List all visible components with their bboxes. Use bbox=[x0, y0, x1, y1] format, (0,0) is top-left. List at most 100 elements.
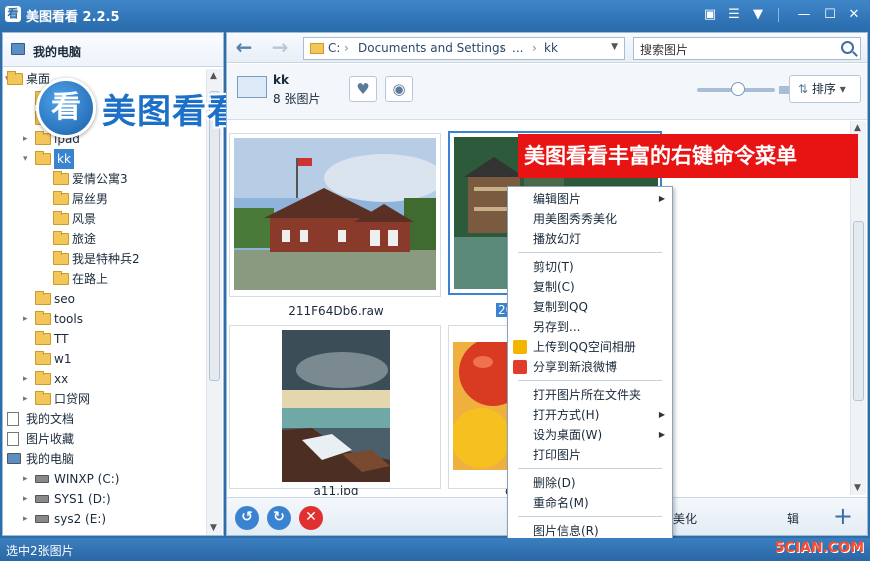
rotate-right-button[interactable]: ↻ bbox=[267, 506, 291, 530]
context-menu-item[interactable]: 上传到QQ空间相册 bbox=[509, 337, 671, 357]
tree-item[interactable]: ▸ SYS1 (D:) bbox=[3, 489, 207, 509]
address-segment[interactable]: kk bbox=[544, 41, 558, 55]
tree-item[interactable]: 在路上 bbox=[3, 269, 207, 289]
context-menu-item[interactable]: 用美图秀秀美化 bbox=[509, 209, 671, 229]
context-menu-item[interactable]: 编辑图片 ▶ bbox=[509, 189, 671, 209]
chat-icon[interactable]: ▣ bbox=[702, 7, 718, 23]
address-separator: › bbox=[344, 41, 349, 55]
folder-icon bbox=[53, 251, 69, 265]
thumbnail-card[interactable]: 211F64Db6.raw bbox=[229, 133, 441, 318]
collapse-arrow-icon[interactable]: ▸ bbox=[23, 369, 31, 389]
tree-item[interactable]: w1 bbox=[3, 349, 207, 369]
context-menu-item[interactable]: 打开图片所在文件夹 bbox=[509, 385, 671, 405]
favorite-button[interactable]: ♥ bbox=[349, 76, 377, 102]
forward-button[interactable]: → bbox=[269, 37, 291, 59]
maximize-button[interactable]: ☐ bbox=[822, 7, 838, 23]
tree-item[interactable]: ▾ kk bbox=[3, 149, 207, 169]
sidebar-header[interactable]: 我的电脑 bbox=[3, 33, 223, 67]
context-menu: 编辑图片 ▶ 用美图秀秀美化 播放幻灯剪切(T) 复制(C) 复制到QQ 另存到... 上传到… bbox=[507, 186, 673, 543]
address-segment[interactable]: Documents and Settings bbox=[358, 41, 506, 55]
tree-item-label: 我的文档 bbox=[26, 412, 75, 426]
tree-item[interactable]: TT bbox=[3, 329, 207, 349]
sidebar-header-label: 我的电脑 bbox=[33, 45, 82, 59]
tree-item[interactable]: 旅途 bbox=[3, 229, 207, 249]
collapse-arrow-icon[interactable]: ▸ bbox=[23, 489, 31, 509]
tree-item[interactable]: 爱情公寓3 bbox=[3, 169, 207, 189]
tree-item[interactable]: 我的电脑 bbox=[3, 449, 207, 469]
chevron-down-icon[interactable]: ▼ bbox=[611, 42, 618, 52]
rotate-left-button[interactable]: ↺ bbox=[235, 506, 259, 530]
minimize-button[interactable]: — bbox=[796, 7, 812, 23]
context-menu-label: 图片信息(R) bbox=[533, 524, 599, 538]
tree-item[interactable]: 图片收藏 bbox=[3, 429, 207, 449]
status-bar: 选中2张图片 5CIAN.COM bbox=[0, 538, 870, 561]
sidebar-scrollbar[interactable]: ▲ ▼ bbox=[206, 69, 222, 535]
tree-item[interactable]: seo bbox=[3, 289, 207, 309]
context-menu-item[interactable]: 另存到... bbox=[509, 317, 671, 337]
collapse-arrow-icon[interactable]: ▸ bbox=[23, 389, 31, 409]
main-scroll-thumb[interactable] bbox=[853, 221, 864, 401]
thumbnail-caption: a11.jpg bbox=[313, 484, 359, 495]
folder-icon bbox=[35, 391, 51, 405]
delete-button[interactable]: ✕ bbox=[299, 506, 323, 530]
search-input[interactable]: 搜索图片 bbox=[640, 41, 688, 58]
context-menu-item[interactable]: 剪切(T) bbox=[509, 257, 671, 277]
tree-item[interactable]: 屌丝男 bbox=[3, 189, 207, 209]
scroll-down-icon[interactable]: ▼ bbox=[210, 523, 217, 533]
tree-item[interactable]: ▸ 口贷网 bbox=[3, 389, 207, 409]
tree-item[interactable]: 我的文档 bbox=[3, 409, 207, 429]
window-title: 美图看看 2.2.5 bbox=[26, 10, 120, 25]
tree-item-label: w1 bbox=[54, 352, 72, 366]
scroll-up-icon[interactable]: ▲ bbox=[854, 123, 861, 133]
collapse-arrow-icon[interactable]: ▸ bbox=[23, 509, 31, 529]
submenu-arrow-icon: ▶ bbox=[658, 194, 665, 203]
tree-item[interactable]: ▸ xx bbox=[3, 369, 207, 389]
zoom-slider-knob[interactable] bbox=[731, 82, 745, 96]
folder-icon bbox=[35, 371, 51, 385]
beautify-button[interactable]: 美化 bbox=[673, 510, 697, 527]
collapse-arrow-icon[interactable]: ▸ bbox=[23, 309, 31, 329]
back-button[interactable]: ← bbox=[233, 37, 255, 59]
context-menu-label: 复制(C) bbox=[533, 280, 575, 294]
context-menu-item[interactable]: 删除(D) bbox=[509, 473, 671, 493]
expand-arrow-icon[interactable]: ▾ bbox=[23, 149, 31, 169]
sidebar-scroll-thumb[interactable] bbox=[209, 91, 220, 381]
context-menu-item[interactable]: 复制(C) bbox=[509, 277, 671, 297]
tree-item[interactable]: 风景 bbox=[3, 209, 207, 229]
tree-item[interactable]: ▸ WINXP (C:) bbox=[3, 469, 207, 489]
address-bar[interactable]: C: › Documents and Settings › ... › kk ▼ bbox=[303, 37, 625, 60]
folder-icon bbox=[53, 211, 69, 225]
context-menu-item[interactable]: 复制到QQ bbox=[509, 297, 671, 317]
scroll-up-icon[interactable]: ▲ bbox=[210, 71, 217, 81]
tree-item-label: xx bbox=[54, 372, 69, 386]
sort-button[interactable]: ⇅ 排序 ▾ bbox=[789, 75, 861, 103]
collapse-arrow-icon[interactable]: ▸ bbox=[23, 469, 31, 489]
address-segment[interactable]: ... bbox=[512, 41, 523, 55]
tree-item[interactable]: 我是特种兵2 bbox=[3, 249, 207, 269]
address-segment[interactable]: C: bbox=[328, 41, 340, 55]
tree-item-label: 风景 bbox=[72, 212, 97, 226]
scroll-down-icon[interactable]: ▼ bbox=[854, 483, 861, 493]
large-thumbnail-icon[interactable] bbox=[779, 86, 789, 94]
context-menu-item[interactable]: 打开方式(H) ▶ bbox=[509, 405, 671, 425]
context-menu-item[interactable]: 分享到新浪微博 bbox=[509, 357, 671, 377]
tree-item-label: sys2 (E:) bbox=[54, 512, 107, 526]
edit-button[interactable]: 辑 bbox=[787, 510, 799, 527]
search-icon[interactable] bbox=[841, 41, 854, 54]
tree-item[interactable]: ▸ sys2 (E:) bbox=[3, 509, 207, 529]
skin-icon[interactable]: ▼ bbox=[750, 7, 766, 23]
add-button[interactable]: + bbox=[833, 502, 853, 530]
search-box[interactable]: 搜索图片 bbox=[633, 37, 861, 60]
menu-separator bbox=[518, 516, 662, 517]
tree-item[interactable]: ▸ tools bbox=[3, 309, 207, 329]
context-menu-item[interactable]: 播放幻灯 bbox=[509, 229, 671, 249]
context-menu-item[interactable]: 设为桌面(W) ▶ bbox=[509, 425, 671, 445]
context-menu-item[interactable]: 重命名(M) bbox=[509, 493, 671, 513]
menu-icon[interactable]: ☰ bbox=[726, 7, 742, 23]
close-button[interactable]: ✕ bbox=[846, 7, 862, 23]
view-button[interactable]: ◉ bbox=[385, 76, 413, 102]
context-menu-item[interactable]: 打印图片 bbox=[509, 445, 671, 465]
folder-icon bbox=[35, 351, 51, 365]
thumbnail-card[interactable]: a11.jpg bbox=[229, 325, 441, 495]
collapse-arrow-icon[interactable]: ▸ bbox=[23, 129, 31, 149]
